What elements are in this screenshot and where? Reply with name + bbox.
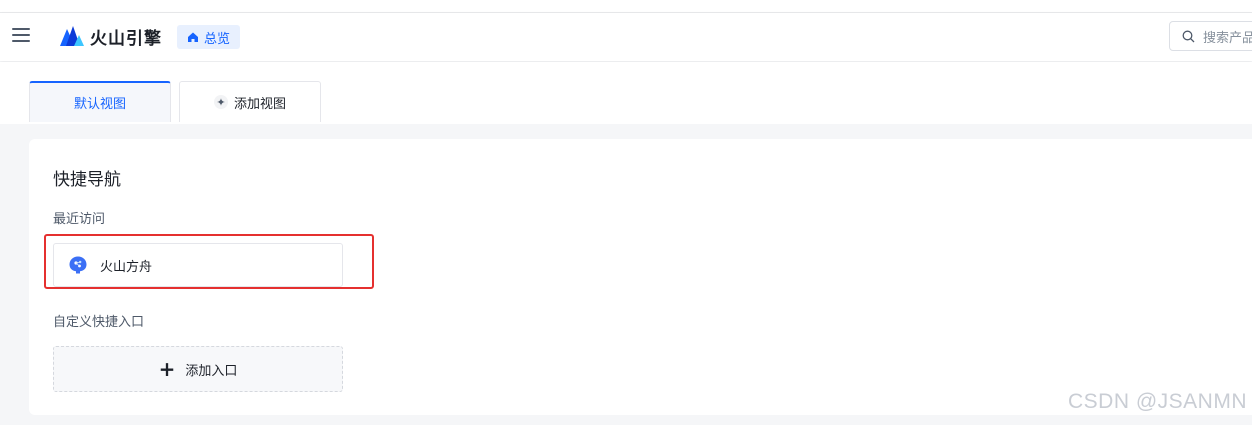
tab-label: 默认视图 xyxy=(73,97,126,112)
overview-label: 总览 xyxy=(204,31,231,47)
tab-add-view[interactable]: ✦ 添加视图 xyxy=(179,81,321,122)
watermark: CSDN @JSANMN xyxy=(1068,390,1247,413)
hamburger-menu-icon[interactable] xyxy=(12,28,30,44)
card-title: 快捷导航 xyxy=(53,170,121,190)
recent-item-volcano-ark[interactable]: 火山方舟 xyxy=(53,243,343,287)
custom-shortcuts-label: 自定义快捷入口 xyxy=(53,315,145,330)
search-placeholder: 搜索产品 xyxy=(1203,30,1252,46)
search-input[interactable]: 搜索产品 xyxy=(1169,21,1252,51)
home-icon xyxy=(188,32,198,42)
recent-item-label: 火山方舟 xyxy=(100,259,153,275)
overview-tag[interactable]: 总览 xyxy=(177,25,241,49)
tab-label: 添加视图 xyxy=(233,96,286,112)
logo[interactable]: 火山引擎 xyxy=(60,22,162,50)
volcano-ark-icon xyxy=(69,256,87,274)
plus-circle-icon: ✦ xyxy=(213,95,228,109)
plus-icon: + xyxy=(158,357,176,381)
add-entry-label: 添加入口 xyxy=(185,363,238,379)
tab-default-view[interactable]: 默认视图 xyxy=(29,81,171,122)
recent-visits-label: 最近访问 xyxy=(53,212,106,227)
quick-nav-card: 快捷导航 最近访问 火山方舟 自定义快捷入口 + 添加入口 xyxy=(29,139,1252,415)
add-entry-button[interactable]: + 添加入口 xyxy=(53,346,343,392)
logo-text: 火山引擎 xyxy=(90,28,162,49)
top-header: 火山引擎 总览 搜索产品 xyxy=(0,13,1252,61)
search-icon xyxy=(1182,30,1195,42)
volcano-logo-icon xyxy=(60,26,84,46)
view-tabs: 默认视图 ✦ 添加视图 xyxy=(0,62,1252,124)
top-strip xyxy=(0,0,1252,13)
